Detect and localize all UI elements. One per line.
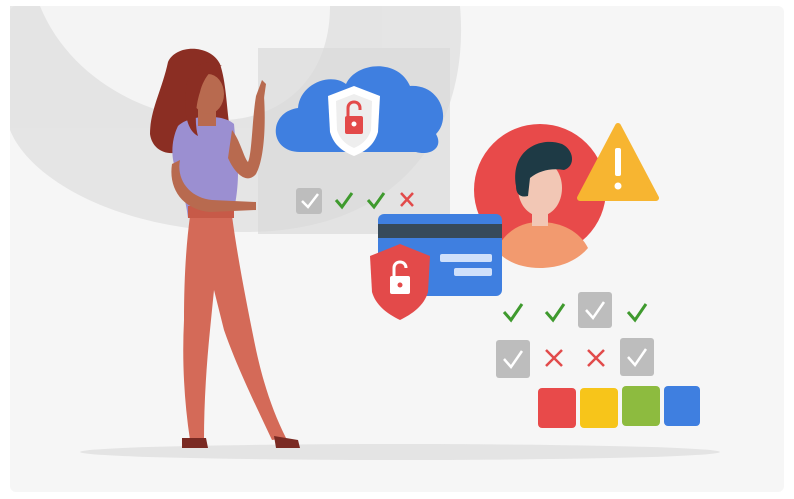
security-illustration bbox=[0, 0, 794, 499]
swatch-red bbox=[538, 388, 576, 428]
check-box-icon bbox=[296, 188, 322, 214]
swatch-yellow bbox=[580, 388, 618, 428]
floor-shadow bbox=[80, 444, 720, 460]
swatch-blue bbox=[664, 386, 700, 426]
check-box-icon bbox=[496, 340, 530, 378]
check-box-icon bbox=[620, 338, 654, 376]
check-box-icon bbox=[578, 292, 612, 328]
swatch-green bbox=[622, 386, 660, 426]
